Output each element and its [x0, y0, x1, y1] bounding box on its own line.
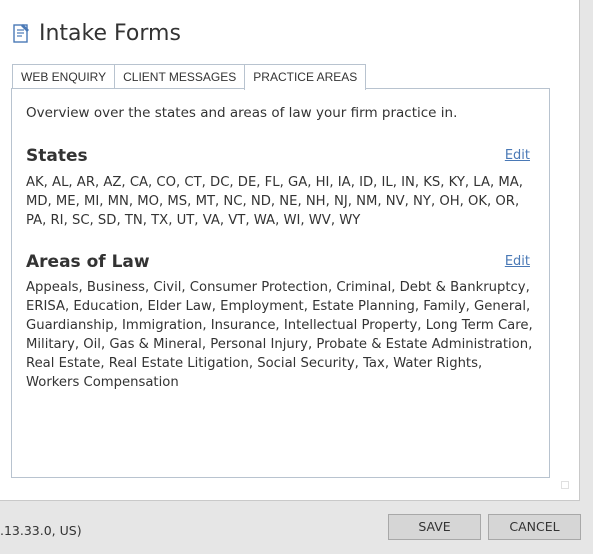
overview-text: Overview over the states and areas of la… [26, 105, 458, 121]
tab-practice-areas[interactable]: PRACTICE AREAS [244, 64, 367, 90]
tab-bar: WEB ENQUIRY CLIENT MESSAGES PRACTICE ARE… [12, 64, 367, 90]
areas-heading: Areas of Law [26, 252, 150, 272]
areas-edit-link[interactable]: Edit [505, 254, 530, 269]
states-edit-link[interactable]: Edit [505, 148, 530, 163]
tab-client-messages[interactable]: CLIENT MESSAGES [114, 64, 246, 89]
states-list: AK, AL, AR, AZ, CA, CO, CT, DC, DE, FL, … [26, 175, 523, 228]
practice-areas-content: Overview over the states and areas of la… [11, 88, 550, 478]
intake-forms-panel: Intake Forms WEB ENQUIRY CLIENT MESSAGES… [0, 0, 580, 501]
states-heading: States [26, 146, 88, 166]
save-button[interactable]: SAVE [388, 514, 481, 540]
version-status: .13.33.0, US) [0, 523, 82, 538]
areas-list: Appeals, Business, Civil, Consumer Prote… [26, 280, 533, 390]
cancel-button[interactable]: CANCEL [488, 514, 581, 540]
resize-handle[interactable] [561, 481, 569, 489]
form-edit-icon [13, 24, 29, 43]
page-title: Intake Forms [39, 20, 181, 46]
page-header: Intake Forms [12, 18, 181, 48]
tab-web-enquiry[interactable]: WEB ENQUIRY [12, 64, 116, 89]
